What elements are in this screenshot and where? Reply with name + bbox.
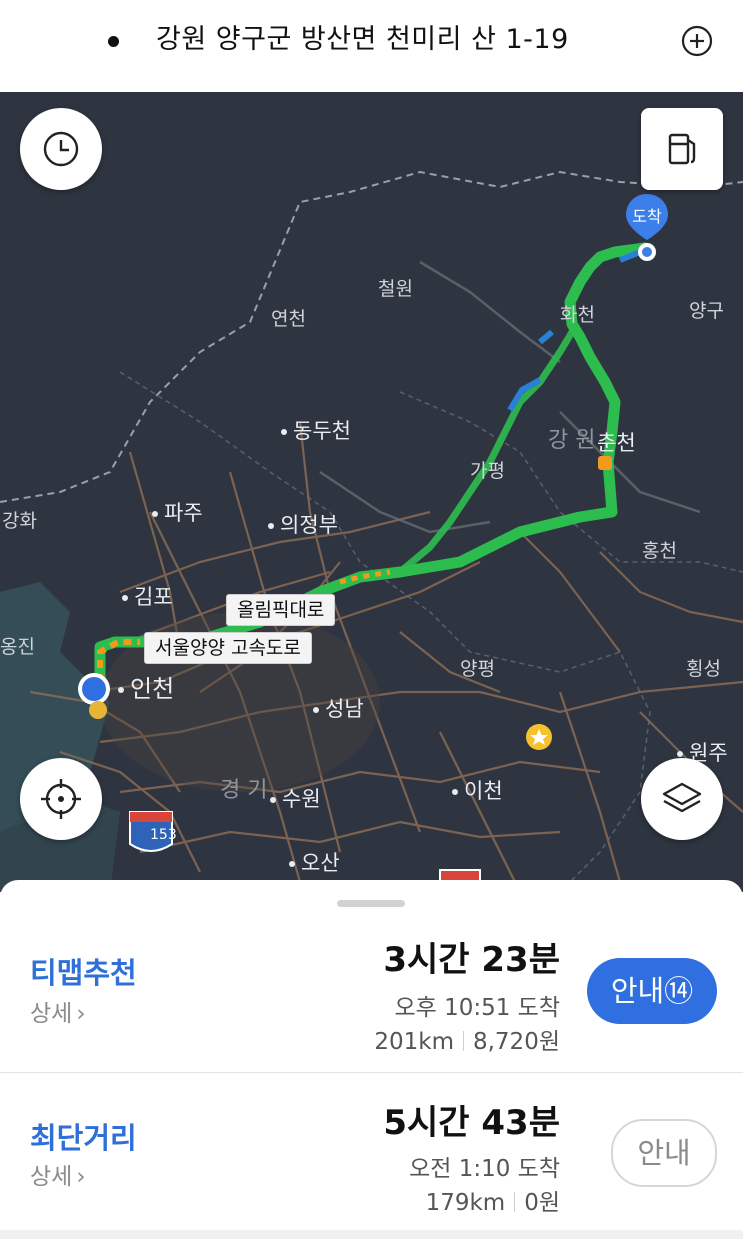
route-meta: 179km 0원 <box>426 1183 560 1217</box>
route-option-recommended[interactable]: 티맵추천 상세 › 3시간 23분 오후 10:51 도착 201km 8,720원… <box>0 910 743 1070</box>
start-guidance-button[interactable]: 안내 <box>611 1119 717 1187</box>
route-option-shortest[interactable]: 최단거리 상세 › 5시간 43분 오전 1:10 도착 179km 0원 안내 <box>0 1075 743 1230</box>
route-divider <box>0 1072 743 1073</box>
destination-marker[interactable]: 도착 <box>624 192 670 262</box>
road-tag-expressway[interactable]: 서울양양 고속도로 <box>144 632 312 664</box>
place-yangpyeong: 양평 <box>460 658 495 680</box>
gas-station-icon <box>668 133 696 165</box>
place-gimpo: 김포 <box>122 586 173 608</box>
address-bullet <box>108 36 119 47</box>
sheet-bottom-strip <box>0 1230 743 1239</box>
place-seongnam: 성남 <box>313 698 364 720</box>
road-tag-olympic[interactable]: 올림픽대로 <box>226 594 336 626</box>
route-arrival: 오후 10:51 도착 <box>394 995 560 1021</box>
gas-station-button[interactable] <box>641 108 723 190</box>
route-duration: 3시간 23분 <box>383 940 560 980</box>
route-meta: 201km 8,720원 <box>374 1022 560 1056</box>
province-gyeonggi: 경 기 <box>220 778 268 803</box>
route-toll: 8,720원 <box>472 1029 560 1055</box>
place-osan: 오산 <box>289 852 340 874</box>
route-options-sheet: 티맵추천 상세 › 3시간 23분 오후 10:51 도착 201km 8,720원… <box>0 880 743 1239</box>
locate-icon <box>41 779 81 819</box>
place-yanggu: 양구 <box>689 300 724 322</box>
destination-address: 강원 양구군 방산면 천미리 산 1-19 <box>156 24 569 55</box>
province-gangwon: 강 원 <box>548 428 596 453</box>
place-icheon: 이천 <box>452 780 503 802</box>
route-map[interactable]: 153 도착 철원 연천 화천 양구 동두천 강 원 춘천 가평 파주 의정부 … <box>0 92 743 892</box>
destination-marker-label: 도착 <box>632 207 662 226</box>
place-hoengseong: 횡성 <box>686 658 721 680</box>
start-guidance-button[interactable]: 안내⑭ <box>587 958 717 1024</box>
place-suwon: 수원 <box>270 788 321 810</box>
place-ganghwa: 강화 <box>2 510 37 532</box>
place-paju: 파주 <box>152 502 203 524</box>
place-yeoncheon: 연천 <box>271 308 306 330</box>
route-detail-link[interactable]: 상세 › <box>30 994 86 1028</box>
place-hongcheon: 홍천 <box>642 540 677 562</box>
place-cheorwon: 철원 <box>378 278 413 300</box>
layers-icon <box>662 782 702 813</box>
route-detail-link[interactable]: 상세 › <box>30 1157 86 1191</box>
add-icon[interactable] <box>680 24 714 58</box>
sheet-drag-handle[interactable] <box>337 900 405 907</box>
place-incheon: 인천 <box>118 677 174 701</box>
route-toll: 0원 <box>524 1190 560 1216</box>
layers-button[interactable] <box>641 758 723 840</box>
route-name: 최단거리 <box>30 1121 137 1155</box>
route-distance: 201km <box>374 1029 454 1055</box>
locate-button[interactable] <box>20 758 102 840</box>
route-distance: 179km <box>425 1190 506 1216</box>
route-duration: 5시간 43분 <box>383 1103 560 1143</box>
place-ongjin: 옹진 <box>0 636 35 658</box>
place-dongducheon: 동두천 <box>281 420 351 442</box>
history-icon <box>43 131 79 167</box>
route-name: 티맵추천 <box>30 956 137 990</box>
place-uijeongbu: 의정부 <box>268 514 338 536</box>
highway-shield-number: 153 <box>150 827 177 843</box>
place-gapyeong: 가평 <box>470 460 505 482</box>
route-arrival: 오전 1:10 도착 <box>409 1156 560 1182</box>
place-hwacheon: 화천 <box>560 304 595 326</box>
place-chuncheon: 춘천 <box>597 431 636 455</box>
address-bar: 강원 양구군 방산면 천미리 산 1-19 <box>0 0 743 92</box>
history-button[interactable] <box>20 108 102 190</box>
